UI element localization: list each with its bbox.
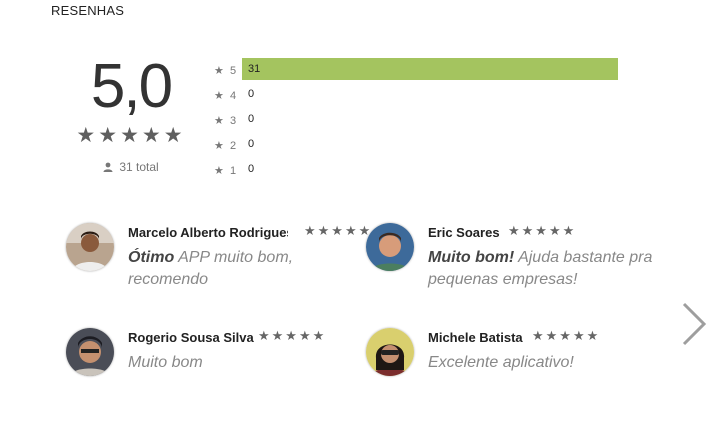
review-stars: ★★★★★ xyxy=(258,328,327,343)
histogram-star-level: 4 xyxy=(230,89,237,102)
histogram-count: 0 xyxy=(248,138,255,150)
histogram-star-level: 2 xyxy=(230,139,237,152)
histogram-count: 0 xyxy=(248,113,255,125)
reviewer-name: Michele Batista xyxy=(428,330,523,345)
star-icon: ★ xyxy=(214,165,224,177)
histogram-star-level: 5 xyxy=(230,64,237,77)
review-card: Rogerio Sousa Silva ★★★★★ Muito bom xyxy=(66,328,366,398)
histogram-row: ★ 4 0 xyxy=(214,83,634,108)
review-title: Ótimo xyxy=(128,249,175,266)
reviewer-name: Marcelo Alberto Rodrigues T xyxy=(128,225,288,240)
histogram-row: ★ 2 0 xyxy=(214,133,634,158)
review-stars: ★★★★★ xyxy=(304,223,373,238)
histogram-row: ★ 5 31 xyxy=(214,58,634,83)
review-text: Muito bom xyxy=(128,352,368,374)
review-body: Muito bom xyxy=(128,354,203,371)
histogram-star-level: 1 xyxy=(230,164,237,177)
avatar[interactable] xyxy=(66,328,114,376)
reviewer-name: Rogerio Sousa Silva xyxy=(128,330,254,345)
review-text: Ótimo APP muito bom, recomendo xyxy=(128,247,368,291)
reviewer-name: Eric Soares xyxy=(428,225,500,240)
review-card: Eric Soares ★★★★★ Muito bom! Ajuda basta… xyxy=(366,223,666,293)
average-stars: ★★★★★ xyxy=(76,124,186,147)
review-stars: ★★★★★ xyxy=(508,223,577,238)
star-icon: ★ xyxy=(214,140,224,152)
review-text: Muito bom! Ajuda bastante pra pequenas e… xyxy=(428,247,668,291)
avatar[interactable] xyxy=(66,223,114,271)
chevron-right-icon[interactable] xyxy=(680,302,708,346)
review-body: Excelente aplicativo! xyxy=(428,354,574,371)
avatar[interactable] xyxy=(366,223,414,271)
review-text: Excelente aplicativo! xyxy=(428,352,668,374)
person-icon xyxy=(103,162,113,172)
avatar[interactable] xyxy=(366,328,414,376)
total-label: 31 total xyxy=(119,160,159,174)
histogram-count: 0 xyxy=(248,163,255,175)
review-card: Marcelo Alberto Rodrigues T ★★★★★ Ótimo … xyxy=(66,223,370,293)
star-icon: ★ xyxy=(214,65,224,77)
star-icon: ★ xyxy=(214,90,224,102)
star-icon: ★ xyxy=(214,115,224,127)
histogram-row: ★ 1 0 xyxy=(214,158,634,183)
section-title: RESENHAS xyxy=(51,3,125,18)
histogram-bar xyxy=(242,58,618,80)
histogram-star-level: 3 xyxy=(230,114,237,127)
histogram-count: 31 xyxy=(248,63,261,75)
total-ratings: 31 total xyxy=(70,160,192,174)
review-title: Muito bom! xyxy=(428,249,515,266)
average-score: 5,0 xyxy=(90,52,173,121)
histogram-count: 0 xyxy=(248,88,255,100)
histogram-row: ★ 3 0 xyxy=(214,108,634,133)
rating-histogram: ★ 5 31 ★ 4 0 ★ 3 0 ★ 2 0 ★ 1 0 xyxy=(214,58,634,183)
review-stars: ★★★★★ xyxy=(532,328,601,343)
rating-summary: 5,0 ★★★★★ 31 total xyxy=(70,52,192,174)
review-card: Michele Batista ★★★★★ Excelente aplicati… xyxy=(366,328,666,398)
